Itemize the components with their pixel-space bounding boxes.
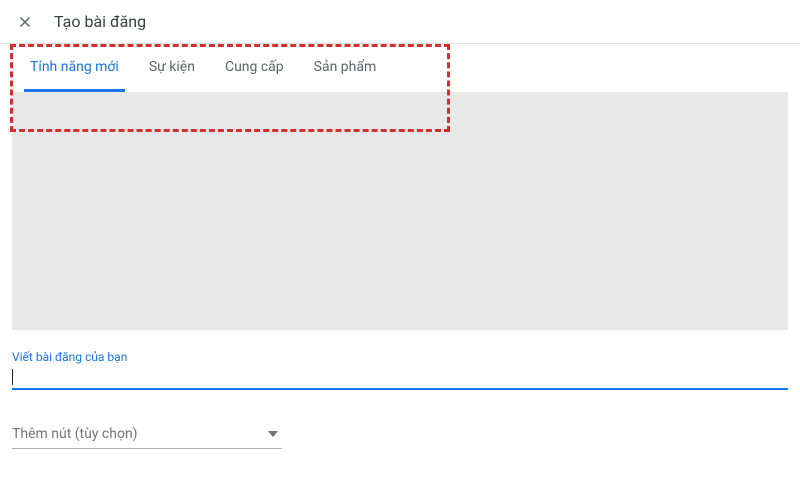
write-post-label: Viết bài đăng của bạn: [12, 350, 788, 364]
form-section: Viết bài đăng của bạn Thêm nút (tùy chọn…: [0, 350, 800, 449]
image-upload-area[interactable]: [12, 92, 788, 330]
dialog-title: Tạo bài đăng: [54, 12, 146, 31]
tab-whats-new[interactable]: Tính năng mới: [24, 45, 125, 92]
tabs-wrapper: Tính năng mới Sự kiện Cung cấp Sản phẩm: [0, 44, 800, 330]
add-button-label: Thêm nút (tùy chọn): [12, 426, 138, 442]
tab-offer[interactable]: Cung cấp: [219, 45, 290, 92]
close-icon[interactable]: [16, 13, 34, 31]
write-post-input-wrap[interactable]: [12, 368, 788, 390]
chevron-down-icon: [268, 431, 278, 437]
tab-event[interactable]: Sự kiện: [143, 45, 201, 92]
tab-product[interactable]: Sản phẩm: [308, 45, 383, 92]
tab-bar: Tính năng mới Sự kiện Cung cấp Sản phẩm: [0, 44, 800, 92]
dialog-header: Tạo bài đăng: [0, 0, 800, 44]
add-button-dropdown[interactable]: Thêm nút (tùy chọn): [12, 420, 282, 449]
write-post-input[interactable]: [13, 368, 788, 386]
